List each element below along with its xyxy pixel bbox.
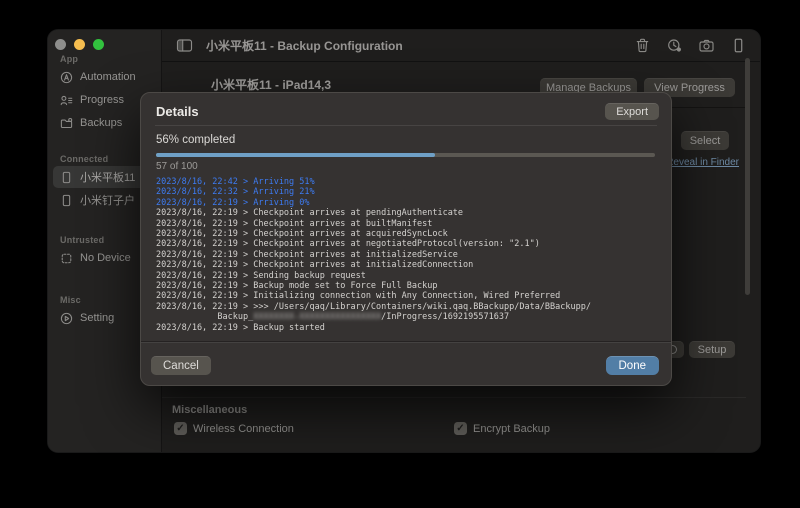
progress-count: 57 of 100 — [156, 161, 198, 172]
export-button[interactable]: Export — [605, 103, 659, 120]
done-button[interactable]: Done — [606, 356, 660, 375]
log-line: 2023/8/16, 22:19 > Backup started — [156, 323, 663, 333]
zoom-button[interactable] — [93, 39, 104, 50]
log-line: 2023/8/16, 22:19 > Arriving 0% — [156, 198, 663, 208]
log-line: 2023/8/16, 22:19 > Initializing connecti… — [156, 291, 663, 301]
screen: AppAutomationProgressBackupsConnected小米平… — [0, 0, 800, 508]
log-line: 2023/8/16, 22:19 > Backup mode set to Fo… — [156, 281, 663, 291]
log-line: 2023/8/16, 22:19 > Checkpoint arrives at… — [156, 239, 663, 249]
log-line: 2023/8/16, 22:19 > Checkpoint arrives at… — [156, 260, 663, 270]
log-line: Backup_XXXXXXXX-XXXXXXXXXXXXXXXX/InProgr… — [156, 312, 663, 322]
details-dialog: Details Export 56% completed 57 of 100 2… — [140, 92, 672, 386]
divider — [155, 125, 657, 126]
log-line: 2023/8/16, 22:19 > Sending backup reques… — [156, 271, 663, 281]
dialog-title: Details — [156, 104, 199, 119]
log-line: 2023/8/16, 22:19 > Checkpoint arrives at… — [156, 229, 663, 239]
log-line: 2023/8/16, 22:19 > Checkpoint arrives at… — [156, 250, 663, 260]
redacted-backup-id: XXXXXXXX-XXXXXXXXXXXXXXXX — [253, 312, 381, 322]
progress-label: 56% completed — [156, 134, 235, 146]
log-line: 2023/8/16, 22:19 > >>> /Users/qaq/Librar… — [156, 302, 663, 312]
log-lines: 2023/8/16, 22:42 > Arriving 51%2023/8/16… — [156, 177, 663, 333]
log-line: 2023/8/16, 22:19 > Checkpoint arrives at… — [156, 208, 663, 218]
log-line: 2023/8/16, 22:42 > Arriving 51% — [156, 177, 663, 187]
minimize-button[interactable] — [74, 39, 85, 50]
divider — [141, 342, 671, 343]
dialog-header: Details Export — [156, 101, 659, 122]
progress-bar — [156, 153, 655, 157]
cancel-button[interactable]: Cancel — [151, 356, 211, 375]
progress-fill — [156, 153, 435, 157]
log-line: 2023/8/16, 22:32 > Arriving 21% — [156, 187, 663, 197]
close-button[interactable] — [55, 39, 66, 50]
log-line: 2023/8/16, 22:19 > Checkpoint arrives at… — [156, 219, 663, 229]
traffic-lights — [55, 39, 104, 50]
